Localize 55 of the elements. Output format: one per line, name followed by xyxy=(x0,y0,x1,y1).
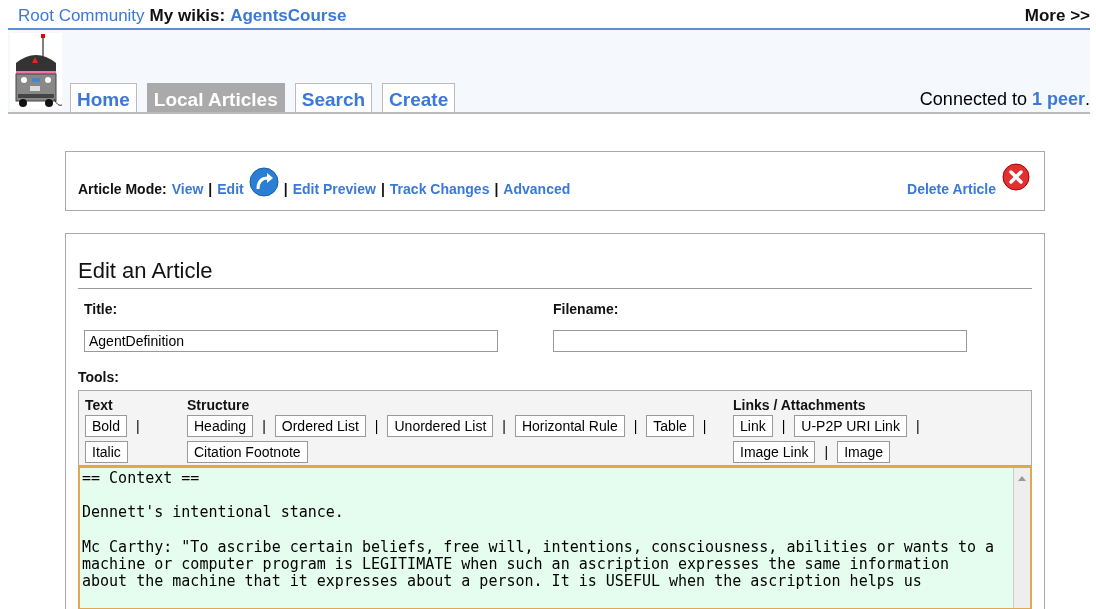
separator: | xyxy=(915,418,920,434)
tool-button[interactable]: Citation Footnote xyxy=(187,441,308,463)
tool-group-label: Links / Attachments xyxy=(733,397,867,413)
tool-button[interactable]: Ordered List xyxy=(274,415,366,437)
separator: | xyxy=(824,444,829,460)
mode-link[interactable]: Edit xyxy=(217,181,244,197)
my-wikis-label: My wikis: xyxy=(149,6,226,26)
tool-button[interactable]: Heading xyxy=(187,415,254,437)
tool-button[interactable]: Unordered List xyxy=(387,415,494,437)
delete-article-link[interactable]: Delete Article xyxy=(907,165,996,197)
tool-button[interactable]: Horizontal Rule xyxy=(514,415,625,437)
tool-button[interactable]: Image xyxy=(837,441,891,463)
separator: | xyxy=(208,181,213,197)
tool-button[interactable]: Table xyxy=(646,415,694,437)
separator: | xyxy=(374,418,379,434)
tab[interactable]: Search xyxy=(294,83,373,112)
delete-icon[interactable] xyxy=(1002,163,1030,191)
tool-button[interactable]: Link xyxy=(733,415,773,437)
article-mode-label: Article Mode: xyxy=(78,181,167,197)
tool-button[interactable]: Bold xyxy=(85,415,128,437)
separator: | xyxy=(702,418,707,434)
separator: | xyxy=(136,418,140,434)
mode-link[interactable]: Advanced xyxy=(503,181,571,197)
more-link[interactable]: More >> xyxy=(1024,6,1090,26)
separator: | xyxy=(262,418,266,434)
separator: | xyxy=(781,418,786,434)
filename-input[interactable] xyxy=(553,330,967,352)
separator: | xyxy=(283,181,288,197)
separator: | xyxy=(502,418,506,434)
separator: | xyxy=(633,418,638,434)
mode-link[interactable]: Track Changes xyxy=(389,181,490,197)
tab[interactable]: Create xyxy=(382,83,456,112)
tool-button[interactable]: Image Link xyxy=(733,441,816,463)
tool-button[interactable]: U-P2P URI Link xyxy=(794,415,907,437)
tool-group-label: Text xyxy=(85,397,114,413)
title-input[interactable]: AgentDefinition xyxy=(84,330,498,352)
separator: | xyxy=(380,181,385,197)
edit-article-heading: Edit an Article xyxy=(78,258,1032,289)
peer-link[interactable]: 1 peer xyxy=(1031,89,1085,109)
connection-status: Connected to xyxy=(919,89,1028,109)
community-link[interactable]: Root Community xyxy=(18,6,145,26)
scrollbar[interactable] xyxy=(1013,468,1030,608)
tool-button[interactable]: Italic xyxy=(85,441,128,463)
article-text-area[interactable] xyxy=(78,466,1032,609)
mode-link[interactable]: Edit Preview xyxy=(292,181,376,197)
title-label: Title: xyxy=(84,301,119,317)
article-text: == Context == Dennett's intentional stance. Mc Carthy: "To ascribe certain beliefs, free will, intentions, consciousness, abilities or wants to a machine or computer program is LEGITIMATE when such an ascription expresses the same information about the machine that it expresses about a person. It is USEFUL when the ascription helps us xyxy=(81,468,996,593)
tool-group-label: Structure xyxy=(187,397,251,413)
separator: | xyxy=(494,181,499,197)
wiki-link[interactable]: AgentsCourse xyxy=(230,6,347,26)
mode-link[interactable]: View xyxy=(171,181,204,197)
status-period: . xyxy=(1085,89,1090,109)
filename-label: Filename: xyxy=(553,301,620,317)
tools-label: Tools: xyxy=(78,369,120,385)
tab[interactable]: Home xyxy=(70,83,137,112)
